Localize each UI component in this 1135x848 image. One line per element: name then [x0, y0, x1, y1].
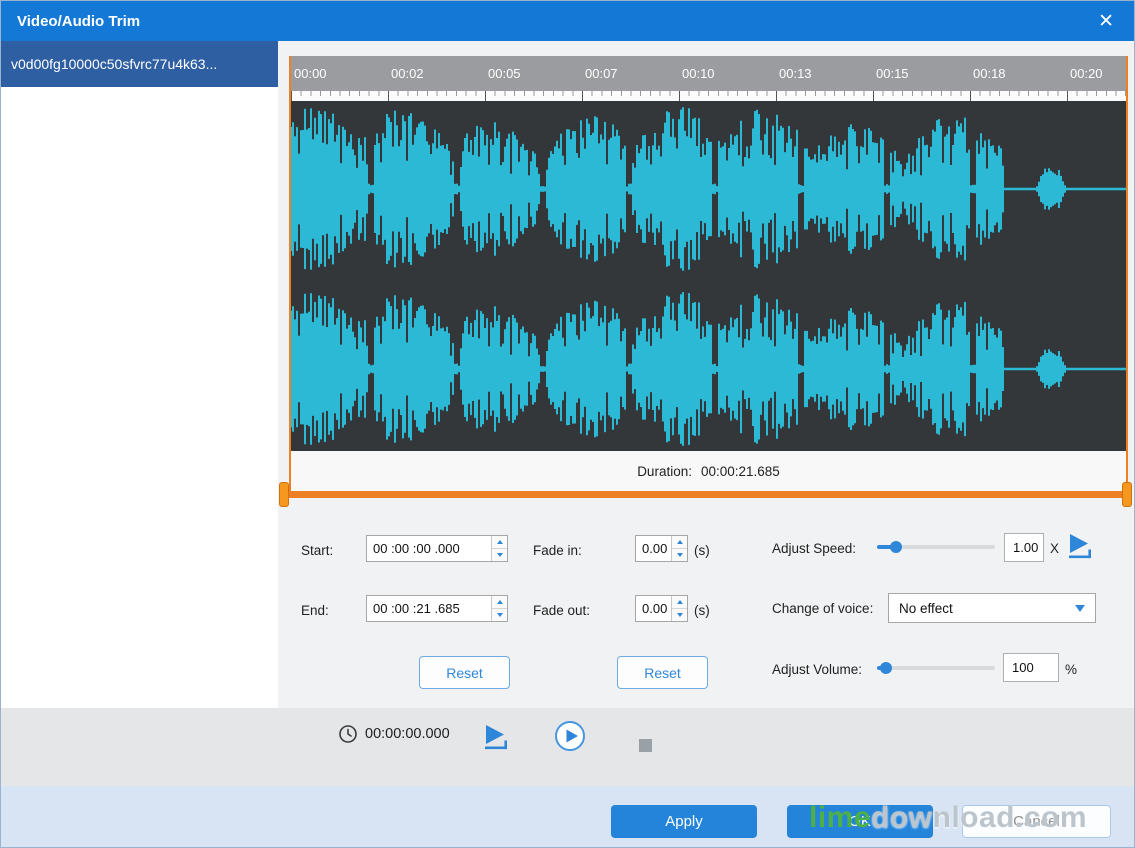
ruler-tick-strip: [291, 91, 1126, 101]
ruler-tick-label: 00:00: [291, 66, 388, 81]
reset-fade-label: Reset: [644, 665, 681, 681]
end-time-value: 00 :00 :21 .685: [367, 596, 491, 621]
ruler-tick-label: 00:20: [1067, 66, 1126, 81]
ruler-tick-label: 00:02: [388, 66, 485, 81]
media-file-name: v0d00fg10000c50sfvrc77u4k63...: [11, 56, 217, 72]
ruler-tick-label: 00:07: [582, 66, 679, 81]
cancel-button[interactable]: Cancel: [962, 805, 1111, 838]
start-time-input[interactable]: 00 :00 :00 .000: [366, 535, 508, 562]
preview-speed-play-icon[interactable]: [1063, 529, 1097, 563]
trim-end-handle[interactable]: [1122, 482, 1132, 507]
reset-trim-label: Reset: [446, 665, 483, 681]
start-time-value: 00 :00 :00 .000: [367, 536, 491, 561]
ruler-tick-label: 00:18: [970, 66, 1067, 81]
chevron-down-icon: [1075, 605, 1085, 612]
adjust-speed-label: Adjust Speed:: [772, 541, 856, 556]
volume-unit-label: %: [1065, 662, 1077, 677]
stop-button[interactable]: [639, 739, 652, 752]
spinner-down-icon[interactable]: [492, 608, 507, 621]
fade-out-unit: (s): [694, 603, 710, 618]
spinner-down-icon[interactable]: [672, 608, 687, 621]
start-time-spinner: [491, 536, 507, 561]
dialog-title: Video/Audio Trim: [1, 13, 140, 30]
duration-label: Duration:: [637, 464, 692, 479]
playback-current-time: 00:00:00.000: [365, 726, 450, 742]
end-time-spinner: [491, 596, 507, 621]
fade-in-unit: (s): [694, 543, 710, 558]
trim-selection-bar: [289, 491, 1128, 498]
playback-bar: 00:00:00.000: [1, 708, 1134, 786]
play-button[interactable]: [553, 719, 587, 753]
speed-unit-label: X: [1050, 541, 1059, 556]
speed-slider[interactable]: [877, 540, 995, 554]
volume-value-input[interactable]: 100: [1003, 653, 1059, 682]
start-label: Start:: [301, 543, 333, 558]
apply-button[interactable]: Apply: [611, 805, 757, 838]
speed-value: 1.00: [1013, 540, 1038, 555]
waveform-display[interactable]: [291, 101, 1126, 451]
waveform-panel: 00:00 00:02 00:05 00:07 00:10 00:13 00:1…: [289, 56, 1128, 491]
spinner-up-icon[interactable]: [492, 596, 507, 608]
duration-bar: Duration: 00:00:21.685: [291, 451, 1126, 491]
reset-fade-button[interactable]: Reset: [617, 656, 708, 689]
voice-dropdown-value: No effect: [899, 601, 953, 616]
cancel-label: Cancel: [1013, 813, 1060, 830]
fade-out-spinner: [671, 596, 687, 621]
volume-slider[interactable]: [877, 661, 995, 675]
end-label: End:: [301, 603, 329, 618]
voice-dropdown[interactable]: No effect: [888, 593, 1096, 623]
reset-trim-button[interactable]: Reset: [419, 656, 510, 689]
fade-in-spinner: [671, 536, 687, 561]
volume-slider-track[interactable]: [877, 666, 995, 670]
adjust-volume-label: Adjust Volume:: [772, 662, 862, 677]
end-time-input[interactable]: 00 :00 :21 .685: [366, 595, 508, 622]
fade-in-value: 0.00: [636, 536, 671, 561]
timeline-ruler[interactable]: 00:00 00:02 00:05 00:07 00:10 00:13 00:1…: [291, 56, 1126, 91]
volume-slider-thumb[interactable]: [880, 662, 892, 674]
sidebar: v0d00fg10000c50sfvrc77u4k63...: [1, 41, 278, 708]
speed-slider-thumb[interactable]: [890, 541, 902, 553]
ruler-tick-label: 00:13: [776, 66, 873, 81]
ruler-tick-label: 00:10: [679, 66, 776, 81]
spinner-up-icon[interactable]: [492, 536, 507, 548]
change-voice-label: Change of voice:: [772, 601, 873, 616]
spinner-up-icon[interactable]: [672, 596, 687, 608]
trim-start-handle[interactable]: [279, 482, 289, 507]
apply-label: Apply: [665, 813, 703, 830]
speed-value-input[interactable]: 1.00: [1004, 533, 1044, 562]
volume-value: 100: [1012, 660, 1034, 675]
trim-dialog-window: Video/Audio Trim ✕ v0d00fg10000c50sfvrc7…: [0, 0, 1135, 848]
ok-button[interactable]: OK: [787, 805, 933, 838]
close-icon[interactable]: ✕: [1092, 1, 1120, 41]
sidebar-item-media-file[interactable]: v0d00fg10000c50sfvrc77u4k63...: [1, 41, 278, 87]
fade-in-input[interactable]: 0.00: [635, 535, 688, 562]
stereo-waveform: [291, 101, 1126, 451]
titlebar: Video/Audio Trim ✕: [1, 1, 1134, 41]
spinner-down-icon[interactable]: [492, 548, 507, 561]
duration-value: 00:00:21.685: [701, 464, 780, 479]
ruler-tick-label: 00:15: [873, 66, 970, 81]
fade-in-label: Fade in:: [533, 543, 582, 558]
clock-icon: [338, 724, 358, 744]
spinner-up-icon[interactable]: [672, 536, 687, 548]
spinner-down-icon[interactable]: [672, 548, 687, 561]
ok-label: OK: [849, 813, 871, 830]
fade-out-value: 0.00: [636, 596, 671, 621]
preview-play-icon[interactable]: [479, 720, 513, 754]
ruler-tick-label: 00:05: [485, 66, 582, 81]
fade-out-label: Fade out:: [533, 603, 590, 618]
fade-out-input[interactable]: 0.00: [635, 595, 688, 622]
